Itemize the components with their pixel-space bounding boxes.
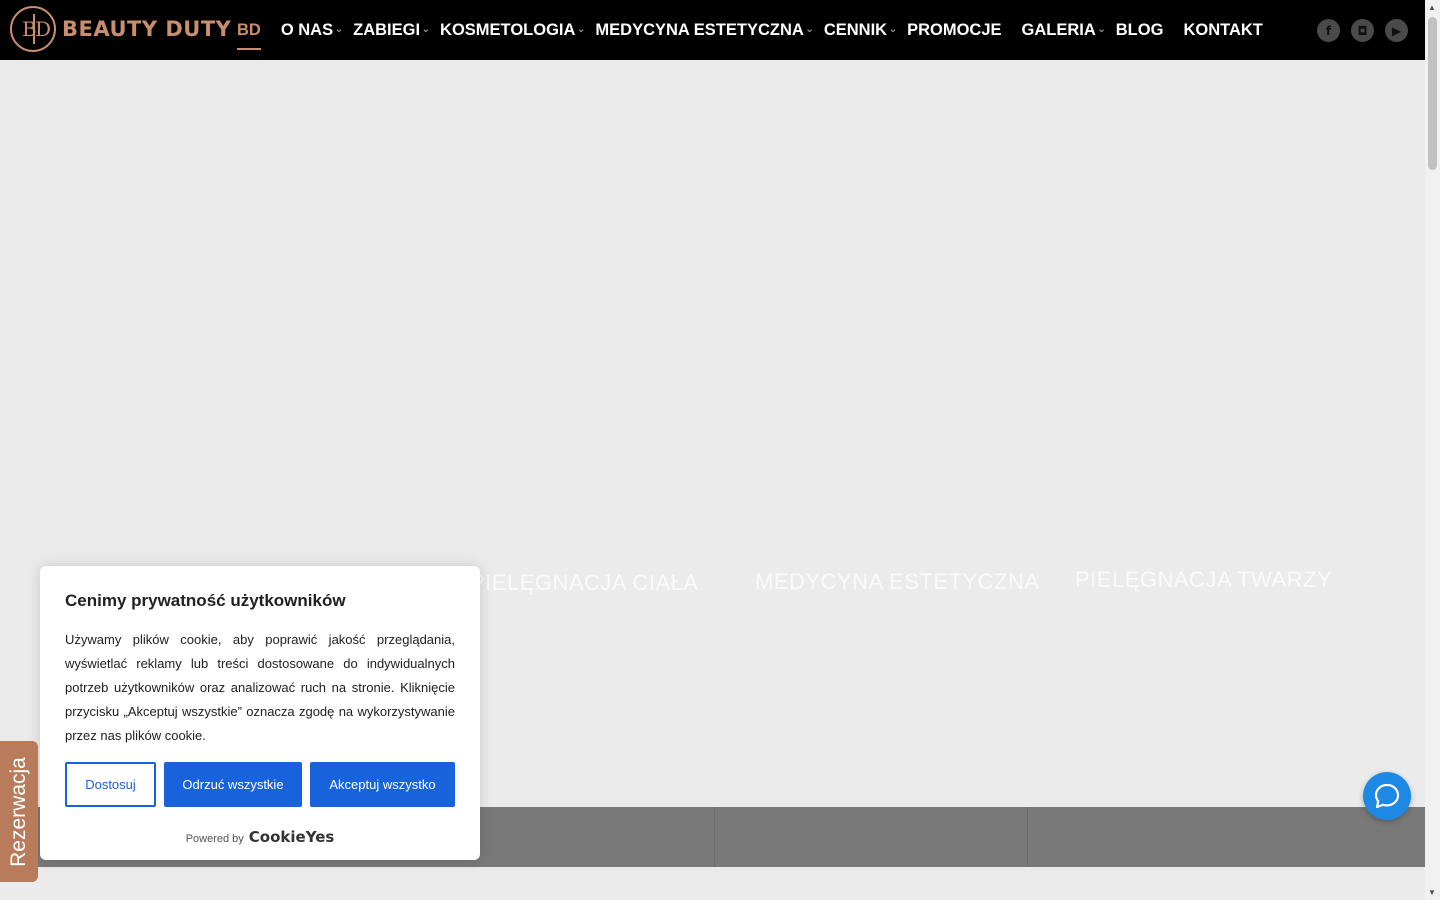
accept-all-button[interactable]: Akceptuj wszystko: [310, 762, 455, 807]
chat-bubble-icon: [1374, 783, 1400, 809]
cookieyes-logo: CookieYes: [248, 828, 335, 846]
tile-label-aesthetic-medicine[interactable]: MEDYCYNA ESTETYCZNA: [755, 569, 1040, 595]
tile-label-body-care[interactable]: PIELĘGNACJA CIAŁA: [470, 570, 699, 596]
nav-item-galeria[interactable]: GALERIA ⌄: [1021, 20, 1106, 40]
nav-item-label: CENNIK: [823, 20, 888, 39]
site-header: B D BEAUTY DUTY BD O NAS ⌄ ZABIEGI ⌄ KOSME…: [0, 0, 1425, 60]
nav-item-label: MEDYCYNA ESTETYCZNA: [595, 20, 804, 39]
nav-item-label: GALERIA: [1021, 20, 1096, 39]
nav-item-bd[interactable]: BD: [237, 20, 261, 50]
powered-by[interactable]: Powered by CookieYes: [40, 828, 480, 846]
nav-item-label: KONTAKT: [1183, 20, 1263, 39]
nav-item-label: BLOG: [1115, 20, 1164, 39]
nav-item-medycyna-estetyczna[interactable]: MEDYCYNA ESTETYCZNA ⌄: [595, 20, 813, 40]
divider: [714, 807, 715, 867]
nav-item-label: KOSMETOLOGIA: [440, 20, 576, 39]
reservation-label: Rezerwacja: [7, 756, 30, 867]
tile-label-face-care[interactable]: PIELĘGNACJA TWARZY: [1075, 567, 1332, 593]
scroll-down-arrow-icon[interactable]: ▼: [1428, 888, 1436, 897]
divider: [1027, 807, 1028, 867]
chevron-down-icon: ⌄: [421, 23, 431, 35]
chevron-down-icon: ⌄: [805, 23, 814, 35]
nav-item-kontakt[interactable]: KONTAKT: [1183, 21, 1262, 40]
cookie-consent-dialog: Cenimy prywatność użytkowników Używamy p…: [40, 566, 480, 860]
nav-item-label: O NAS: [280, 20, 334, 39]
youtube-icon[interactable]: ▶: [1385, 19, 1408, 42]
chevron-down-icon: ⌄: [1097, 23, 1106, 35]
chevron-down-icon: ⌄: [577, 23, 586, 35]
nav-item-o-nas[interactable]: O NAS ⌄: [280, 20, 343, 40]
reservation-tab[interactable]: Rezerwacja: [0, 741, 38, 882]
chat-button[interactable]: [1363, 772, 1411, 820]
nav-item-cennik[interactable]: CENNIK ⌄: [823, 20, 897, 40]
reject-all-button[interactable]: Odrzuć wszystkie: [164, 762, 302, 807]
nav-item-blog[interactable]: BLOG: [1116, 21, 1164, 40]
logo-letter-d: D: [35, 17, 52, 41]
cookie-description: Używamy plików cookie, aby poprawić jako…: [65, 632, 455, 743]
facebook-icon[interactable]: f: [1317, 19, 1340, 42]
social-links: f ◘ ▶: [1317, 19, 1408, 42]
nav-item-label: BD: [237, 20, 261, 39]
nav-item-label: PROMOCJE: [907, 20, 1002, 39]
chevron-down-icon: ⌄: [888, 23, 898, 35]
cookie-title: Cenimy prywatność użytkowników: [65, 591, 346, 610]
brand-logo[interactable]: B D BEAUTY DUTY: [10, 6, 231, 52]
instagram-icon[interactable]: ◘: [1351, 19, 1374, 42]
page-scrollbar[interactable]: ▲ ▼: [1425, 0, 1440, 900]
chevron-down-icon: ⌄: [334, 23, 344, 35]
cookie-buttons: Dostosuj Odrzuć wszystkie Akceptuj wszys…: [65, 762, 455, 807]
nav-item-promocje[interactable]: PROMOCJE: [907, 21, 1001, 40]
brand-name: BEAUTY DUTY: [62, 17, 232, 41]
nav-item-kosmetologia[interactable]: KOSMETOLOGIA ⌄: [440, 20, 585, 40]
scroll-up-arrow-icon[interactable]: ▲: [1428, 3, 1436, 12]
main-nav: BD O NAS ⌄ ZABIEGI ⌄ KOSMETOLOGIA ⌄ MEDYCYN…: [237, 0, 1283, 60]
logo-mark-icon: B D: [10, 6, 56, 52]
customize-button[interactable]: Dostosuj: [65, 762, 156, 807]
scrollbar-thumb[interactable]: [1428, 17, 1437, 170]
powered-by-label: Powered by: [185, 833, 244, 845]
nav-item-label: ZABIEGI: [353, 20, 421, 39]
nav-item-zabiegi[interactable]: ZABIEGI ⌄: [353, 20, 430, 40]
